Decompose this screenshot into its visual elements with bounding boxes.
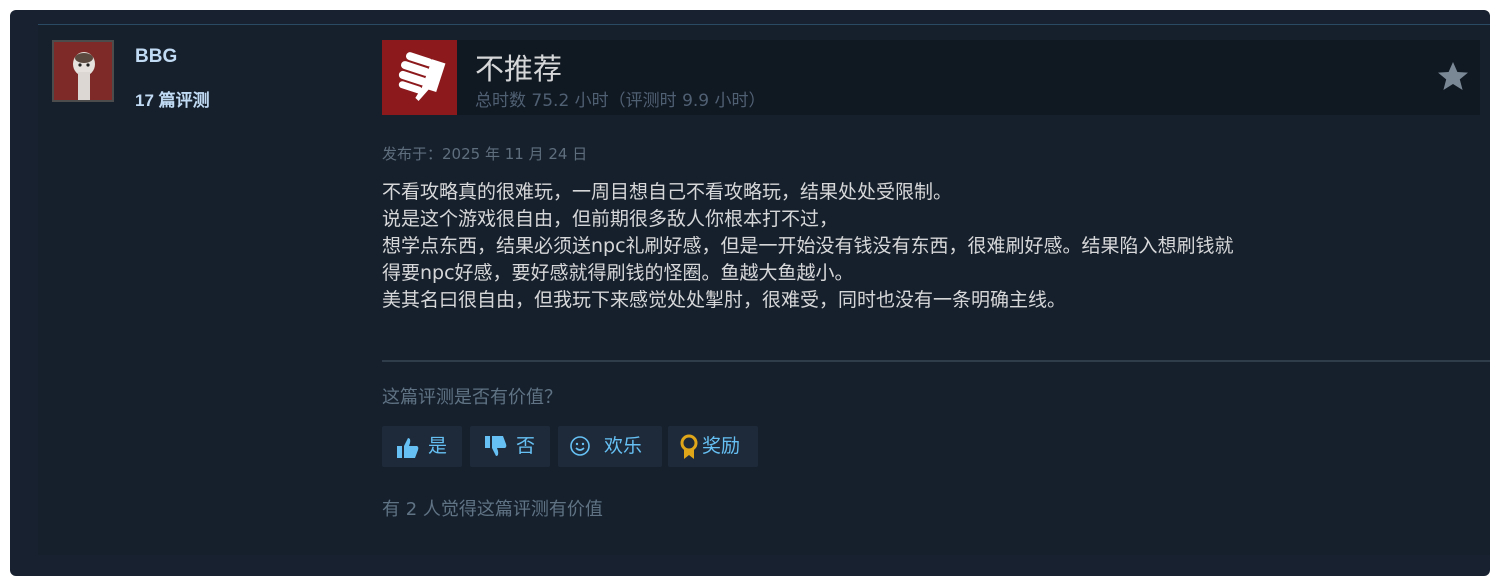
author-review-count[interactable]: 17 篇评测 bbox=[135, 86, 210, 111]
review-panel: BBG 17 篇评测 不推荐 总时数 75.2 小时（评测时 9.9 小时） 发… bbox=[38, 24, 1490, 555]
award-icon bbox=[680, 434, 698, 459]
helpful-question: 这篇评测是否有价值？ bbox=[382, 387, 562, 408]
avatar-image bbox=[54, 42, 112, 100]
posted-date: 发布于：2025 年 11 月 24 日 bbox=[382, 145, 588, 163]
vote-no-label: 否 bbox=[516, 435, 536, 457]
verdict-header: 不推荐 总时数 75.2 小时（评测时 9.9 小时） bbox=[382, 40, 1480, 115]
thumbs-down-small-icon bbox=[485, 436, 507, 456]
review-card: BBG 17 篇评测 不推荐 总时数 75.2 小时（评测时 9.9 小时） 发… bbox=[10, 10, 1490, 576]
smile-icon bbox=[570, 436, 590, 456]
review-line: 不看攻略真的很难玩，一周目想自己不看攻略玩，结果处处受限制。 bbox=[382, 181, 953, 203]
award-button[interactable]: 奖励 bbox=[668, 426, 758, 467]
review-line: 得要npc好感，要好感就得刷钱的怪圈。鱼越大鱼越小。 bbox=[382, 262, 854, 284]
verdict-title[interactable]: 不推荐 bbox=[475, 46, 562, 88]
award-label: 奖励 bbox=[702, 435, 741, 457]
review-body: 不看攻略真的很难玩，一周目想自己不看攻略玩，结果处处受限制。 说是这个游戏很自由… bbox=[382, 179, 1482, 314]
thumbs-down-badge[interactable] bbox=[382, 40, 457, 115]
review-line: 美其名曰很自由，但我玩下来感觉处处掣肘，很难受，同时也没有一条明确主线。 bbox=[382, 289, 1067, 311]
review-line: 说是这个游戏很自由，但前期很多敌人你根本打不过， bbox=[382, 208, 839, 230]
author-name[interactable]: BBG bbox=[135, 46, 177, 68]
vote-no-button[interactable]: 否 bbox=[470, 426, 550, 467]
helpful-count: 有 2 人觉得这篇评测有价值 bbox=[382, 499, 603, 520]
avatar[interactable] bbox=[52, 40, 114, 102]
vote-yes-button[interactable]: 是 bbox=[382, 426, 462, 467]
divider bbox=[382, 360, 1490, 362]
vote-yes-label: 是 bbox=[428, 435, 448, 457]
vote-funny-button[interactable]: 欢乐 bbox=[558, 426, 662, 467]
thumbs-up-icon bbox=[397, 438, 419, 458]
thumbs-down-icon bbox=[398, 52, 446, 102]
playtime-hours: 总时数 75.2 小时（评测时 9.9 小时） bbox=[475, 91, 766, 111]
vote-funny-label: 欢乐 bbox=[604, 435, 643, 457]
review-line: 想学点东西，结果必须送npc礼刷好感，但是一开始没有钱没有东西，很难刷好感。结果… bbox=[382, 235, 1234, 257]
star-icon[interactable] bbox=[1436, 60, 1470, 94]
